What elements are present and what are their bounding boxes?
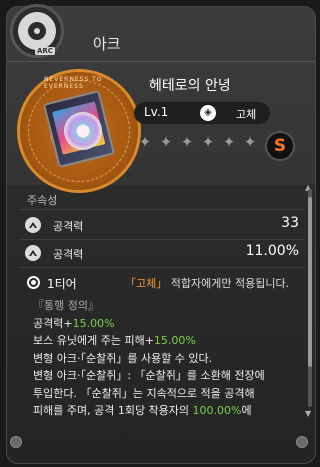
page-title: 아크 bbox=[93, 35, 121, 53]
stat-label: 공격력 bbox=[53, 248, 84, 261]
star-icon: ✦ bbox=[243, 133, 257, 151]
logo-text: ARC bbox=[35, 47, 55, 55]
scroll-down-arrow-icon[interactable]: ▼ bbox=[305, 409, 311, 418]
effect-value: 15.00% bbox=[153, 334, 196, 347]
tier-label: 1티어 bbox=[47, 277, 77, 291]
effect-line: 피해를 주며, 공격 1회당 착용자의 100.00%에 bbox=[33, 404, 252, 417]
stat-value: 11.00% bbox=[245, 243, 299, 259]
stat-row: 공격력 11.00% bbox=[19, 239, 305, 267]
bolt-decoration bbox=[296, 436, 308, 448]
section-divider bbox=[19, 209, 305, 210]
detail-content[interactable]: 주속성 공격력 33 공격력 11.00% 1티어 「고체」 적합자에게만 적용… bbox=[13, 185, 305, 435]
attack-icon bbox=[25, 245, 41, 261]
effect-line: 보스 유닛에게 주는 피해+15.00% bbox=[33, 334, 196, 347]
stat-value: 33 bbox=[281, 215, 299, 231]
scrollbar[interactable] bbox=[308, 189, 312, 407]
star-icon: ✦ bbox=[159, 133, 173, 151]
cd-image bbox=[64, 112, 102, 150]
star-icon: ✦ bbox=[180, 133, 194, 151]
effect-line: 공격력+15.00% bbox=[33, 316, 115, 330]
tier-highlight: 「고체」 bbox=[125, 277, 168, 290]
star-icon: ✦ bbox=[138, 133, 152, 151]
effect-line: 투입한다. 「순찰쥐」는 지속적으로 적을 공격해 bbox=[33, 386, 255, 400]
tier-row: 1티어 「고체」 적합자에게만 적용됩니다. bbox=[19, 272, 309, 292]
effect-line: 변형 아크·「순찰쥐」: 「순찰쥐」를 소환해 전장에 bbox=[33, 369, 265, 382]
stat-label: 공격력 bbox=[53, 220, 84, 233]
star-icon: ✦ bbox=[222, 133, 236, 151]
grade-badge: S bbox=[265, 131, 295, 161]
level-bar: Lv.1 ◈ 고체 bbox=[134, 102, 270, 124]
arc-detail-panel: 아크 NEVERNESS TO EVERNESS 헤테로의 안녕 Lv.1 ◈ … bbox=[6, 6, 316, 464]
star-icon: ✦ bbox=[201, 133, 215, 151]
effect-subheading: 『통행 정의』 bbox=[33, 299, 99, 312]
attack-icon bbox=[25, 217, 41, 233]
scroll-thumb[interactable] bbox=[308, 197, 312, 367]
stat-row: 공격력 33 bbox=[19, 211, 305, 239]
effect-value: 15.00% bbox=[72, 316, 115, 330]
header-divider bbox=[7, 61, 315, 62]
attribute-label: 고체 bbox=[236, 108, 257, 121]
tier-icon bbox=[27, 276, 40, 289]
tier-description: 「고체」 적합자에게만 적용됩니다. bbox=[125, 275, 289, 291]
bolt-decoration bbox=[10, 436, 22, 448]
solid-attribute-icon: ◈ bbox=[200, 105, 216, 121]
level-text: Lv.1 bbox=[144, 105, 169, 119]
section-label: 주속성 bbox=[27, 194, 58, 207]
tier-desc-text: 적합자에게만 적용됩니다. bbox=[167, 277, 290, 290]
stat-divider bbox=[19, 267, 305, 268]
arc-logo: ARC bbox=[10, 4, 64, 58]
disc-logo-icon bbox=[18, 12, 56, 50]
effect-value: 100.00% bbox=[192, 404, 242, 417]
star-rating: ✦ ✦ ✦ ✦ ✦ ✦ bbox=[138, 133, 257, 151]
arc-disc: NEVERNESS TO EVERNESS bbox=[17, 69, 141, 193]
grade-letter: S bbox=[273, 136, 287, 156]
item-name: 헤테로의 안녕 bbox=[149, 78, 231, 94]
disc-label: NEVERNESS TO EVERNESS bbox=[44, 76, 103, 90]
effect-line: 변형 아크·「순찰쥐」를 사용할 수 있다. bbox=[33, 351, 213, 365]
effect-description: 『통행 정의』 공격력+15.00% 보스 유닛에게 주는 피해+15.00% … bbox=[33, 297, 303, 420]
